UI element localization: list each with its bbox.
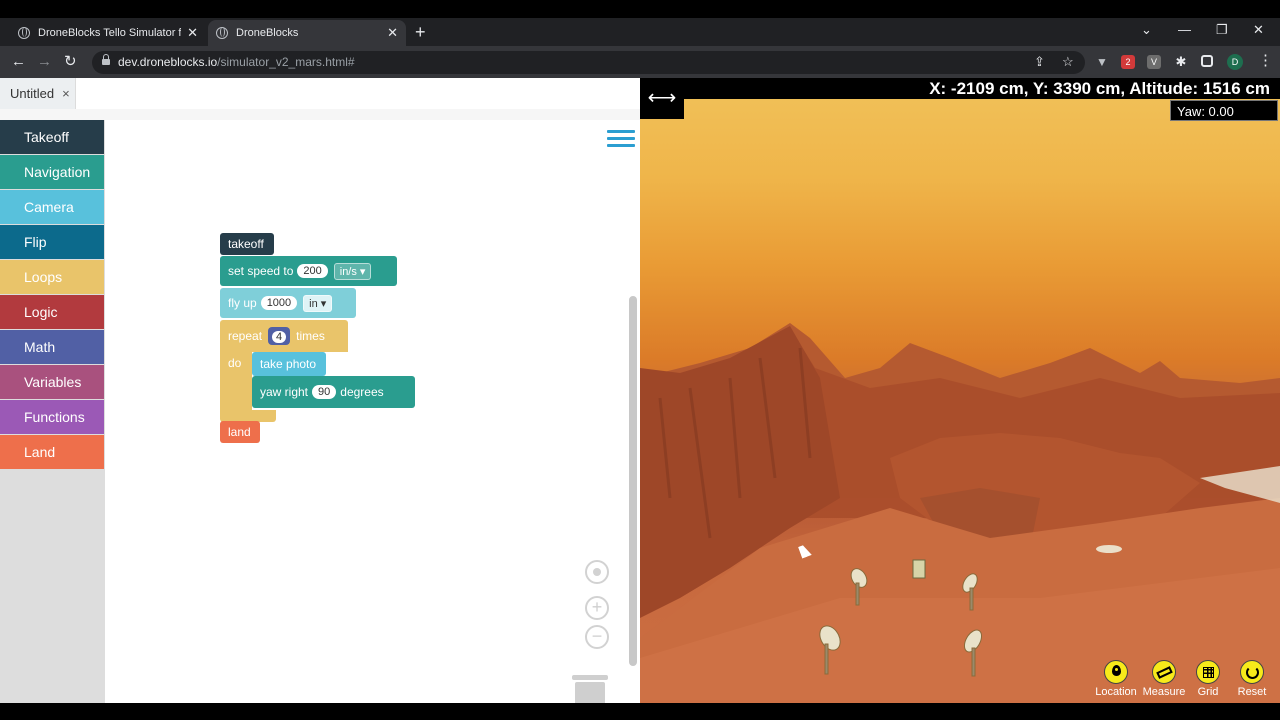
land-block[interactable]: land	[220, 421, 260, 443]
ruler-icon	[1152, 660, 1176, 684]
take-photo-block[interactable]: take photo	[252, 352, 326, 376]
yaw-right-label: yaw right	[260, 385, 309, 399]
location-button[interactable]: Location	[1091, 660, 1141, 698]
repeat-block[interactable]: repeat 4 times	[220, 320, 348, 352]
repeat-label: repeat	[228, 329, 263, 343]
category-camera[interactable]: Camera	[0, 190, 104, 224]
hamburger-menu-icon[interactable]	[607, 130, 635, 150]
grid-label: Grid	[1197, 686, 1219, 698]
category-flip[interactable]: Flip	[0, 225, 104, 259]
speed-value-field[interactable]: 200	[297, 264, 328, 278]
mars-terrain	[640, 323, 1280, 703]
grid-button[interactable]: Grid	[1183, 660, 1233, 698]
position-readout: X: -2109 cm, Y: 3390 cm, Altitude: 1516 …	[684, 78, 1280, 99]
zoom-in-button[interactable]: +	[585, 596, 609, 620]
location-label: Location	[1095, 686, 1137, 698]
category-land[interactable]: Land	[0, 435, 104, 469]
expand-arrows-icon[interactable]: ⟷	[640, 78, 684, 119]
set-speed-block[interactable]: set speed to 200 in/s ▾	[220, 256, 397, 286]
url-text: dev.droneblocks.io/simulator_v2_mars.htm…	[118, 55, 355, 69]
takeoff-block[interactable]: takeoff	[220, 233, 274, 255]
fly-up-block[interactable]: fly up 1000 in ▾	[220, 288, 356, 318]
category-variables[interactable]: Variables	[0, 365, 104, 399]
category-navigation[interactable]: Navigation	[0, 155, 104, 189]
category-logic[interactable]: Logic	[0, 295, 104, 329]
reload-button[interactable]: ↻	[64, 52, 77, 72]
yaw-right-block[interactable]: yaw right 90 degrees	[252, 376, 415, 408]
share-icon[interactable]: ⇪	[1034, 54, 1045, 70]
block-toolbox: Takeoff Navigation Camera Flip Loops Log…	[0, 120, 105, 703]
letterbox-bottom	[0, 703, 1280, 720]
calendar-extension-icon[interactable]: 2	[1121, 55, 1135, 69]
extensions-puzzle-icon[interactable]: ✱	[1174, 55, 1188, 69]
measure-button[interactable]: Measure	[1139, 660, 1189, 698]
restore-button[interactable]: ❐	[1216, 22, 1228, 38]
location-pin-icon	[1104, 660, 1128, 684]
mars-simulator-view[interactable]: X: -2109 cm, Y: 3390 cm, Altitude: 1516 …	[640, 78, 1280, 703]
file-tab[interactable]: Untitled ×	[0, 78, 76, 109]
close-file-tab-icon[interactable]: ×	[62, 86, 70, 101]
profile-avatar[interactable]: D	[1227, 54, 1243, 70]
fly-up-value-field[interactable]: 1000	[260, 296, 298, 310]
browser-toolbar: ← → ↻ dev.droneblocks.io/simulator_v2_ma…	[0, 46, 1280, 78]
fly-up-label: fly up	[228, 296, 257, 310]
takeoff-block-label: takeoff	[228, 237, 264, 251]
close-tab-icon[interactable]: ✕	[387, 25, 398, 41]
take-photo-label: take photo	[260, 357, 317, 371]
blocks-workspace[interactable]: takeoff set speed to 200 in/s ▾ fly up 1…	[105, 120, 640, 703]
side-panel-icon[interactable]	[1201, 55, 1213, 67]
screen: DroneBlocks Tello Simulator for D ✕ Dron…	[0, 0, 1280, 720]
grid-icon	[1196, 660, 1220, 684]
speed-unit-dropdown[interactable]: in/s ▾	[333, 262, 372, 280]
measure-label: Measure	[1142, 686, 1186, 698]
address-bar[interactable]: dev.droneblocks.io/simulator_v2_mars.htm…	[92, 51, 1085, 74]
close-window-button[interactable]: ✕	[1253, 22, 1264, 38]
fly-up-unit-dropdown[interactable]: in ▾	[303, 294, 333, 312]
browser-tab-simulator[interactable]: DroneBlocks Tello Simulator for D ✕	[10, 20, 206, 46]
repeat-suffix-label: times	[296, 329, 325, 343]
bookmark-star-icon[interactable]: ☆	[1062, 54, 1074, 70]
forward-button[interactable]: →	[37, 52, 52, 72]
reset-button[interactable]: Reset	[1227, 660, 1277, 698]
blocks-editor: Untitled × Takeoff Navigation Camera Fli…	[0, 78, 640, 703]
category-math[interactable]: Math	[0, 330, 104, 364]
browser-tab-droneblocks[interactable]: DroneBlocks ✕	[208, 20, 406, 46]
tab-title: DroneBlocks	[236, 27, 299, 39]
lock-icon	[102, 54, 110, 67]
reset-label: Reset	[1237, 686, 1267, 698]
reset-icon	[1240, 660, 1264, 684]
workspace-scrollbar[interactable]	[629, 296, 637, 666]
new-tab-button[interactable]: +	[415, 22, 426, 42]
category-functions[interactable]: Functions	[0, 400, 104, 434]
yaw-unit-label: degrees	[340, 385, 384, 399]
globe-icon	[18, 27, 30, 39]
file-tab-label: Untitled	[10, 86, 55, 101]
vuetify-extension-icon[interactable]: ▼	[1095, 55, 1109, 69]
category-takeoff[interactable]: Takeoff	[0, 120, 104, 154]
back-button[interactable]: ←	[11, 52, 26, 72]
globe-icon	[216, 27, 228, 39]
yaw-value-field[interactable]: 90	[312, 385, 337, 399]
repeat-count-field[interactable]: 4	[268, 327, 291, 345]
tab-search-icon[interactable]: ⌄	[1141, 22, 1152, 38]
recenter-icon[interactable]	[585, 560, 609, 584]
zoom-out-button[interactable]: −	[585, 625, 609, 649]
repeat-do-arm: do	[220, 351, 252, 411]
browser-menu-icon[interactable]: ⋮	[1258, 53, 1273, 69]
land-block-label: land	[228, 425, 251, 439]
tab-title: DroneBlocks Tello Simulator for D	[38, 27, 182, 39]
category-loops[interactable]: Loops	[0, 260, 104, 294]
yaw-readout: Yaw: 0.00	[1170, 100, 1278, 121]
set-speed-label: set speed to	[228, 264, 294, 278]
letterbox-top	[0, 0, 1280, 18]
trash-icon[interactable]	[572, 675, 608, 703]
minimize-button[interactable]: —	[1178, 22, 1191, 37]
browser-tabstrip: DroneBlocks Tello Simulator for D ✕ Dron…	[0, 18, 1280, 46]
repeat-do-label: do	[228, 356, 242, 370]
v-extension-icon[interactable]: V	[1147, 55, 1161, 69]
close-tab-icon[interactable]: ✕	[187, 25, 198, 41]
